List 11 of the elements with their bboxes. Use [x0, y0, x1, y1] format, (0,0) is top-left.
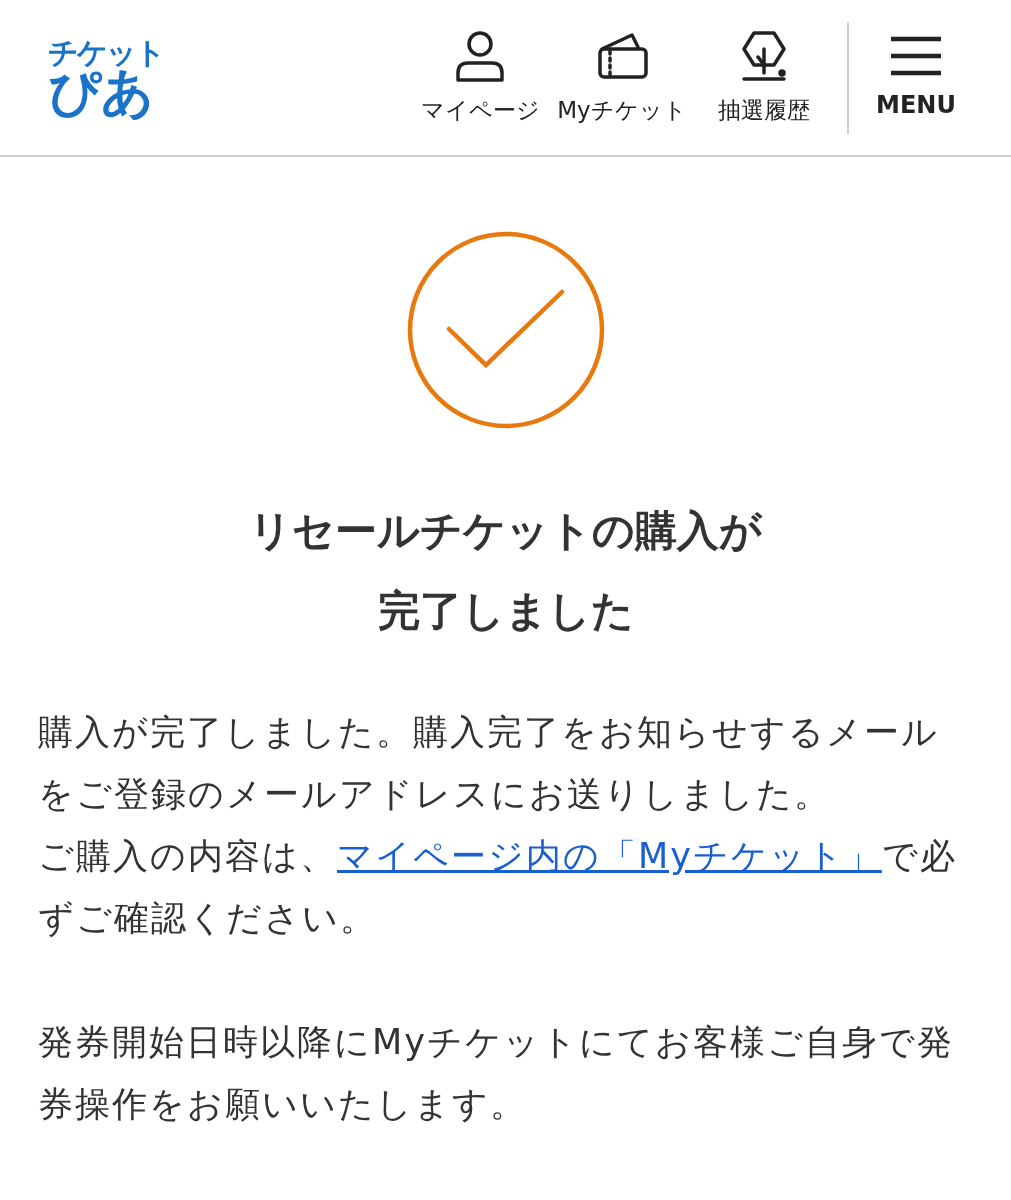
menu-button[interactable]: MENU [861, 32, 971, 123]
my-ticket-link[interactable]: マイページ内の「Myチケット」 [337, 836, 882, 876]
logo[interactable]: チケット ぴあ [48, 37, 164, 118]
message-text: ご購入の内容は、マイページ内の「Myチケット」で必ずご確認ください。 [38, 835, 958, 940]
nav-link[interactable]: Myチケット [551, 27, 693, 128]
nav-link[interactable]: 抽選履歴 [693, 27, 835, 128]
page-title: リセールチケットの購入が 完了しました [249, 505, 762, 637]
message-text: 購入が完了しました。購入完了をお知らせするメールをご登録のメールアドレスにお送りしました。 [38, 711, 940, 816]
checkmark-circle-icon [406, 231, 605, 429]
note-text: 発券開始日時以降にMyチケットにてお客様ご自身で発券操作をお願いいたします。 [38, 1021, 955, 1126]
nav-link[interactable]: マイページ [409, 27, 551, 128]
